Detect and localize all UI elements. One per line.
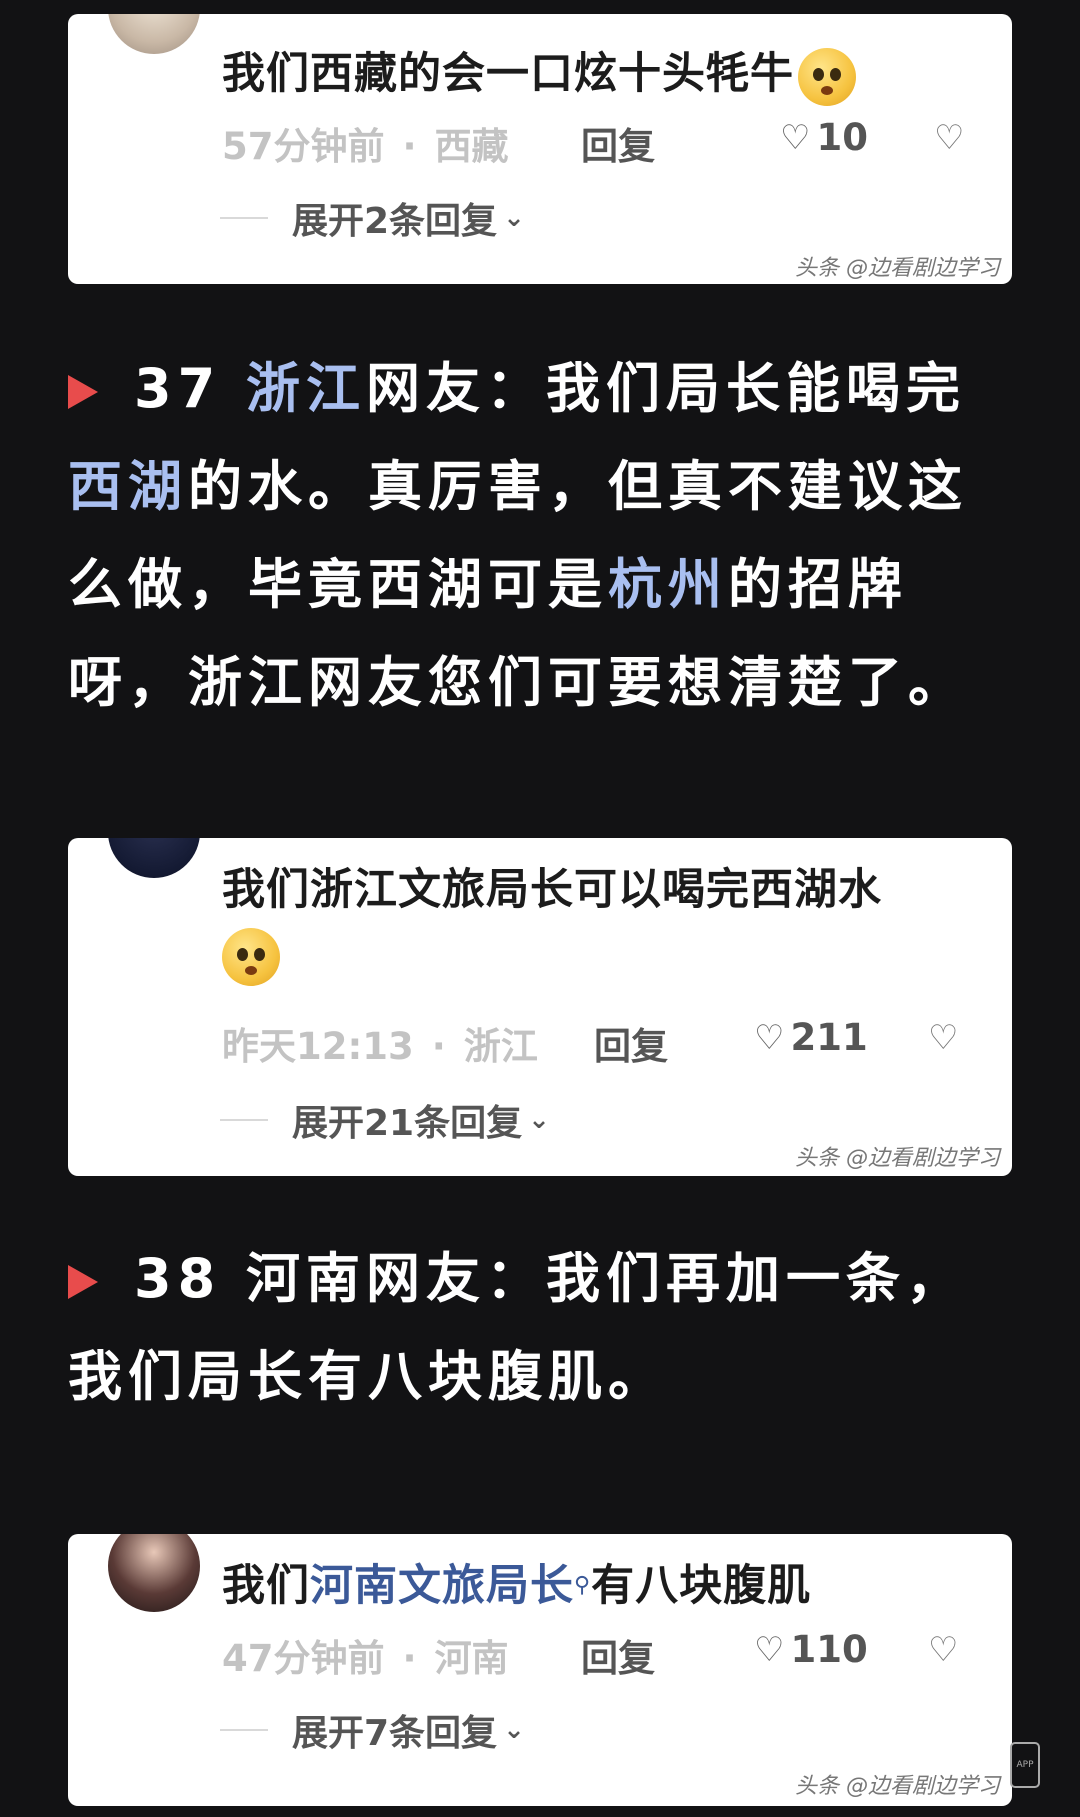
comment-meta: 47分钟前 · 河南	[222, 1628, 509, 1682]
reply-button[interactable]: 回复	[594, 1016, 668, 1070]
like-count: 10	[816, 116, 868, 159]
location: 河南	[434, 1637, 509, 1680]
reply-button[interactable]: 回复	[581, 116, 655, 170]
heart-icon: ♡	[754, 1629, 785, 1670]
like-count: 211	[790, 1016, 868, 1059]
like-button[interactable]: ♡ 211	[754, 1016, 868, 1059]
comment-text-prefix: 我们	[222, 1561, 310, 1611]
chevron-down-icon: ⌄	[528, 1105, 550, 1135]
chevron-down-icon: ⌄	[503, 1715, 525, 1745]
story-text-1: 网友：我们局长能喝完	[365, 357, 966, 420]
shocked-emoji-icon	[222, 928, 280, 986]
avatar[interactable]	[108, 14, 200, 54]
app-badge-icon[interactable]: APP	[1010, 1742, 1040, 1788]
location: 西藏	[434, 125, 509, 168]
watermark: 头条 @边看剧边学习	[795, 1774, 1000, 1799]
highlight-hangzhou: 杭州	[608, 553, 728, 616]
highlight-westlake: 西湖	[68, 455, 188, 518]
story-number: 38	[134, 1247, 222, 1310]
expand-replies-button[interactable]: 展开7条回复 ⌄	[220, 1704, 525, 1756]
heart-icon: ♡	[780, 117, 811, 158]
story-number: 37	[134, 357, 222, 420]
comment-meta: 昨天12:13 · 浙江	[222, 1016, 538, 1070]
comment-text: 我们西藏的会一口炫十头牦牛	[222, 44, 856, 106]
timestamp: 57分钟前	[222, 125, 385, 168]
thinking-emoji-icon	[798, 47, 856, 106]
expand-label: 展开7条回复	[292, 1713, 498, 1754]
comment-text-body: 我们西藏的会一口炫十头牦牛	[222, 49, 794, 99]
dislike-icon[interactable]: ♡	[928, 1018, 958, 1058]
search-link-label: 河南文旅局长	[310, 1561, 574, 1611]
meta-separator: ·	[402, 1637, 417, 1680]
comment-card-2: 我们浙江文旅局长可以喝完西湖水 昨天12:13 · 浙江 回复 ♡ 211 ♡ 展开…	[68, 838, 1012, 1176]
watermark: 头条 @边看剧边学习	[795, 1146, 1000, 1171]
red-triangle-icon	[68, 1265, 98, 1300]
story-paragraph-37: 37 浙江网友：我们局长能喝完西湖的水。真厉害，但真不建议这么做，毕竟西湖可是杭…	[68, 340, 1012, 732]
timestamp: 昨天12:13	[222, 1025, 414, 1068]
comment-meta: 57分钟前 · 西藏	[222, 116, 509, 170]
expand-label: 展开21条回复	[292, 1103, 523, 1144]
like-count: 110	[790, 1628, 868, 1671]
expand-replies-button[interactable]: 展开2条回复 ⌄	[220, 192, 525, 244]
timestamp: 47分钟前	[222, 1637, 385, 1680]
comment-card-3: 我们河南文旅局长⚲有八块腹肌 47分钟前 · 河南 回复 ♡ 110 ♡ 展开7条回…	[68, 1534, 1012, 1806]
expand-label: 展开2条回复	[292, 201, 498, 242]
watermark: 头条 @边看剧边学习	[795, 256, 1000, 281]
reply-button[interactable]: 回复	[581, 1628, 655, 1682]
divider	[220, 1729, 268, 1731]
comment-text-body: 我们浙江文旅局长可以喝完西湖水	[222, 865, 882, 915]
chevron-down-icon: ⌄	[503, 203, 525, 233]
highlight-province: 浙江	[245, 357, 366, 420]
avatar[interactable]	[108, 1534, 200, 1612]
meta-separator: ·	[402, 125, 417, 168]
comment-text: 我们河南文旅局长⚲有八块腹肌	[222, 1556, 811, 1616]
story-paragraph-38: 38 河南网友：我们再加一条，我们局长有八块腹肌。	[68, 1230, 1012, 1426]
divider	[220, 1119, 268, 1121]
comment-card-1: 我们西藏的会一口炫十头牦牛 57分钟前 · 西藏 回复 ♡ 10 ♡ 展开2条回复 …	[68, 14, 1012, 284]
heart-icon: ♡	[754, 1017, 785, 1058]
like-button[interactable]: ♡ 110	[754, 1628, 868, 1671]
comment-text-suffix: 有八块腹肌	[591, 1561, 812, 1611]
comment-text: 我们浙江文旅局长可以喝完西湖水	[222, 860, 882, 920]
avatar[interactable]	[108, 838, 200, 878]
divider	[220, 217, 268, 219]
meta-separator: ·	[431, 1025, 446, 1068]
search-icon: ⚲	[574, 1573, 592, 1598]
like-button[interactable]: ♡ 10	[780, 116, 868, 159]
search-link[interactable]: 河南文旅局长⚲	[310, 1561, 591, 1611]
red-triangle-icon	[68, 375, 98, 410]
dislike-icon[interactable]: ♡	[928, 1630, 958, 1670]
dislike-icon[interactable]: ♡	[934, 118, 964, 158]
expand-replies-button[interactable]: 展开21条回复 ⌄	[220, 1094, 550, 1146]
location: 浙江	[463, 1025, 538, 1068]
